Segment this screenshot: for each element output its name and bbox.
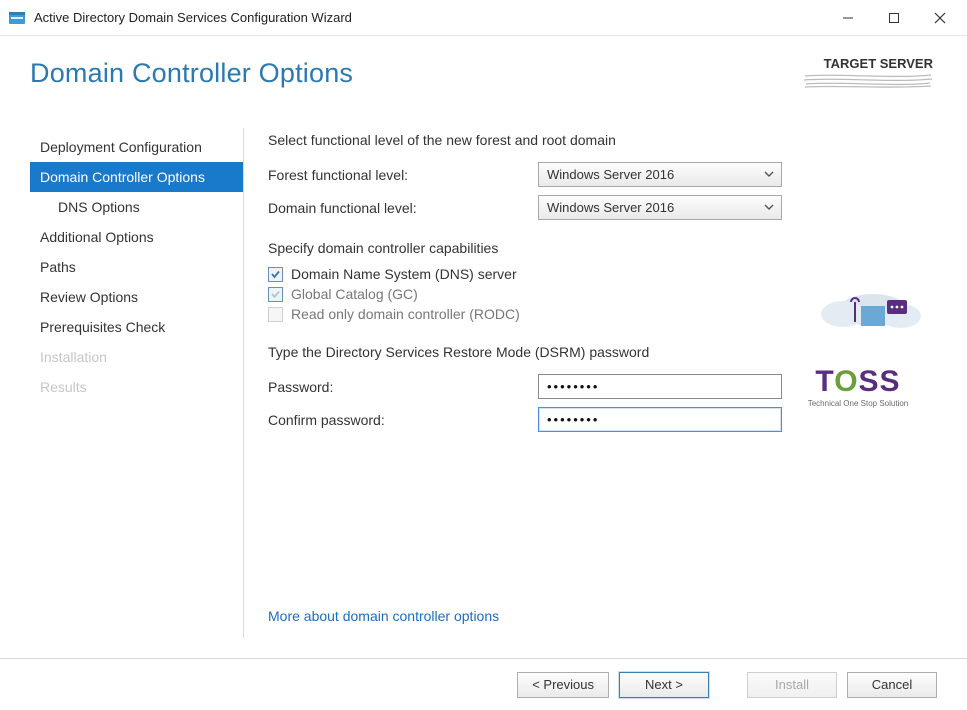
domain-level-row: Domain functional level: Windows Server …: [268, 195, 937, 220]
password-label: Password:: [268, 379, 538, 395]
window-title: Active Directory Domain Services Configu…: [34, 10, 825, 25]
domain-level-select[interactable]: Windows Server 2016: [538, 195, 782, 220]
chevron-down-icon: [763, 200, 775, 217]
previous-button[interactable]: < Previous: [517, 672, 609, 698]
sidebar-item-review-options[interactable]: Review Options: [30, 282, 243, 312]
password-row: Password: ••••••••: [268, 374, 937, 399]
forest-level-row: Forest functional level: Windows Server …: [268, 162, 937, 187]
chevron-down-icon: [763, 167, 775, 184]
forest-level-select[interactable]: Windows Server 2016: [538, 162, 782, 187]
dsrm-heading: Type the Directory Services Restore Mode…: [268, 344, 937, 360]
page-title: Domain Controller Options: [30, 58, 937, 89]
capability-rodc-label: Read only domain controller (RODC): [291, 306, 520, 322]
capability-dns-label: Domain Name System (DNS) server: [291, 266, 517, 282]
app-icon: [8, 9, 26, 27]
capabilities-heading: Specify domain controller capabilities: [268, 240, 937, 256]
domain-level-label: Domain functional level:: [268, 200, 538, 216]
sidebar-item-additional-options[interactable]: Additional Options: [30, 222, 243, 252]
more-about-link[interactable]: More about domain controller options: [268, 608, 499, 624]
functional-level-heading: Select functional level of the new fores…: [268, 132, 937, 148]
domain-level-value: Windows Server 2016: [547, 200, 674, 215]
capability-rodc-row: Read only domain controller (RODC): [268, 306, 937, 322]
forest-level-label: Forest functional level:: [268, 167, 538, 183]
header: Domain Controller Options TARGET SERVER: [0, 36, 967, 128]
title-bar: Active Directory Domain Services Configu…: [0, 0, 967, 36]
sidebar: Deployment Configuration Domain Controll…: [30, 128, 244, 638]
capability-dns-row: Domain Name System (DNS) server: [268, 266, 937, 282]
confirm-password-value: ••••••••: [547, 412, 599, 427]
sidebar-item-deployment-configuration[interactable]: Deployment Configuration: [30, 132, 243, 162]
sidebar-item-prerequisites-check[interactable]: Prerequisites Check: [30, 312, 243, 342]
sidebar-item-dns-options[interactable]: DNS Options: [30, 192, 243, 222]
main: Deployment Configuration Domain Controll…: [0, 128, 967, 638]
confirm-password-label: Confirm password:: [268, 412, 538, 428]
capability-dns-checkbox[interactable]: [268, 267, 283, 282]
minimize-button[interactable]: [825, 3, 871, 33]
password-value: ••••••••: [547, 379, 599, 394]
forest-level-value: Windows Server 2016: [547, 167, 674, 182]
sidebar-item-paths[interactable]: Paths: [30, 252, 243, 282]
maximize-button[interactable]: [871, 3, 917, 33]
password-input[interactable]: ••••••••: [538, 374, 782, 399]
capability-gc-label: Global Catalog (GC): [291, 286, 418, 302]
cancel-button[interactable]: Cancel: [847, 672, 937, 698]
footer: < Previous Next > Install Cancel: [0, 658, 967, 710]
capability-gc-row: Global Catalog (GC): [268, 286, 937, 302]
confirm-password-row: Confirm password: ••••••••: [268, 407, 937, 432]
sidebar-item-installation: Installation: [30, 342, 243, 372]
install-button: Install: [747, 672, 837, 698]
content: Select functional level of the new fores…: [244, 128, 937, 638]
next-button[interactable]: Next >: [619, 672, 709, 698]
capability-gc-checkbox: [268, 287, 283, 302]
target-server-name-redacted: [803, 73, 933, 94]
confirm-password-input[interactable]: ••••••••: [538, 407, 782, 432]
target-server-block: TARGET SERVER: [803, 56, 933, 94]
sidebar-item-results: Results: [30, 372, 243, 402]
sidebar-item-domain-controller-options[interactable]: Domain Controller Options: [30, 162, 243, 192]
close-button[interactable]: [917, 3, 963, 33]
capability-rodc-checkbox: [268, 307, 283, 322]
target-server-label: TARGET SERVER: [803, 56, 933, 71]
